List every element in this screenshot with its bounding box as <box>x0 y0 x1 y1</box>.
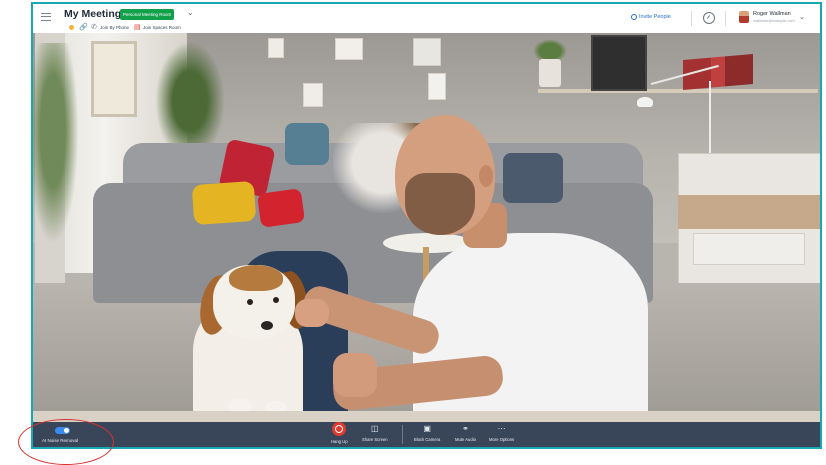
share-screen-label: Share Screen <box>362 437 388 442</box>
scene-shelf <box>538 89 818 93</box>
join-spaces-room-link[interactable]: ▤ Join Spaces Room <box>134 24 181 31</box>
scene-wall-frame <box>268 38 284 58</box>
block-camera-button[interactable]: ▣ Block Camera <box>414 424 440 442</box>
hang-up-button[interactable]: Hang Up <box>331 422 348 444</box>
scene-window-frame <box>91 41 137 117</box>
scene-lamp-head <box>637 97 653 107</box>
room-type-badge: Personal Meeting Room <box>120 9 175 20</box>
meeting-controls-bar: AI Noise Removal Hang Up ◫ Share Screen … <box>33 422 820 447</box>
scene-person-hand <box>333 353 377 397</box>
invite-people-button[interactable]: Invite People <box>631 14 671 20</box>
mute-audio-button[interactable]: ⚭ Mute Audio <box>455 424 476 442</box>
scene-pillow <box>256 188 306 228</box>
scene-wall-frame <box>413 38 441 66</box>
speed-gauge-icon[interactable] <box>703 12 715 24</box>
scene-table-edge <box>33 411 820 422</box>
link-icon[interactable]: 🔗 <box>79 24 88 31</box>
video-feed <box>33 33 820 422</box>
scene-pillow <box>503 153 563 203</box>
scene-lamp-pole <box>709 81 711 153</box>
scene-dog-nose <box>261 321 273 330</box>
mute-audio-label: Mute Audio <box>455 437 476 442</box>
header-divider <box>725 11 726 26</box>
controls-divider <box>402 425 403 444</box>
more-options-button[interactable]: ⋯ More Options <box>489 424 514 442</box>
meeting-header: My Meeting Room Personal Meeting Room ⌄ … <box>33 4 820 33</box>
scene-cabinet-drawer <box>693 233 805 265</box>
scene-tv <box>591 35 647 91</box>
meeting-info-row: 🔗 ✆ Join By Phone ▤ Join Spaces Room <box>69 22 181 32</box>
scene-person-hand <box>295 299 329 327</box>
meeting-window: My Meeting Room Personal Meeting Room ⌄ … <box>31 2 822 449</box>
header-divider <box>691 11 692 26</box>
invite-people-label: Invite People <box>639 14 671 20</box>
join-by-phone-link[interactable]: ✆ Join By Phone <box>91 24 129 31</box>
scene-dog-patch <box>229 265 283 291</box>
hang-up-label: Hang Up <box>331 439 348 444</box>
hang-up-icon <box>332 422 347 436</box>
hamburger-menu-icon[interactable] <box>41 13 51 21</box>
avatar[interactable] <box>739 11 749 23</box>
share-screen-button[interactable]: ◫ Share Screen <box>362 424 388 442</box>
scene-person-ear <box>479 165 493 187</box>
scene-plant-left <box>33 43 83 263</box>
scene-cabinet-drawer <box>678 195 820 229</box>
scene-pillow <box>285 123 329 165</box>
room-chevron-down-icon[interactable]: ⌄ <box>187 8 194 17</box>
scene-wall-frame <box>303 83 323 107</box>
join-spaces-room-label: Join Spaces Room <box>143 24 181 30</box>
more-options-label: More Options <box>489 437 515 442</box>
scene-pillow <box>191 180 257 226</box>
camera-icon: ▣ <box>423 424 431 433</box>
scene-pot <box>539 59 561 87</box>
phone-icon: ✆ <box>91 23 97 31</box>
scene-dog-eye <box>273 297 279 303</box>
person-add-icon <box>631 14 637 20</box>
scene-wall-frame <box>335 38 363 60</box>
user-name: Roger Wallman <box>753 11 791 17</box>
join-by-phone-label: Join By Phone <box>100 24 130 30</box>
more-options-icon: ⋯ <box>497 424 506 433</box>
annotation-circle <box>18 419 114 465</box>
user-email: rwallman@example.com <box>753 19 795 23</box>
user-menu-chevron-down-icon[interactable]: ⌄ <box>799 13 805 21</box>
scene-wall-frame <box>428 73 446 100</box>
microphone-icon: ⚭ <box>462 424 469 433</box>
share-screen-icon: ◫ <box>371 424 379 433</box>
block-camera-label: Block Camera <box>414 437 441 442</box>
scene-dog-eye <box>247 299 253 305</box>
spaces-room-icon: ▤ <box>134 23 141 31</box>
sun-icon[interactable] <box>69 24 74 30</box>
scene-person-beard <box>405 173 475 235</box>
